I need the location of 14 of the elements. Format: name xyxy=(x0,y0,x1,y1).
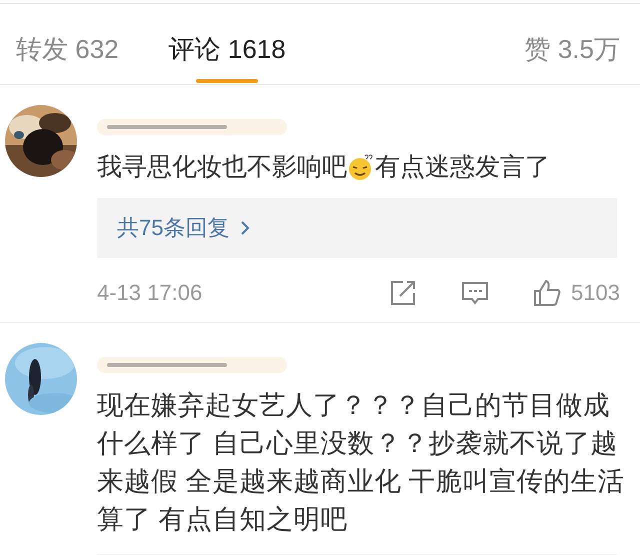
tab[interactable]: 赞 3.5万 xyxy=(518,4,626,84)
comment-icon[interactable] xyxy=(461,279,490,307)
replies-link[interactable]: 共75条回复 xyxy=(97,198,617,258)
tab[interactable]: 转发 632 xyxy=(10,4,125,84)
comment-text: 有点迷惑发言了 xyxy=(375,152,550,183)
like-icon[interactable] xyxy=(533,279,562,307)
like-count: 5103 xyxy=(571,280,620,306)
comment-text: 我寻思化妆也不影响吧 xyxy=(97,152,347,183)
tab[interactable]: 评论 1618 xyxy=(162,4,292,84)
comment-text: 现在嫌弃起女艺人了？？？自己的节目做成什么样了 自己心里没数？？抄袭就不说了越来越假 全是越来越商业化 干脆叫宣传的生活算了 有点自知之明吧 xyxy=(97,389,625,536)
share-icon[interactable] xyxy=(389,279,418,307)
comment-time: 4-13 17:06 xyxy=(97,280,202,306)
squinting-face-icon xyxy=(347,153,375,181)
chevron-icon xyxy=(239,219,252,237)
